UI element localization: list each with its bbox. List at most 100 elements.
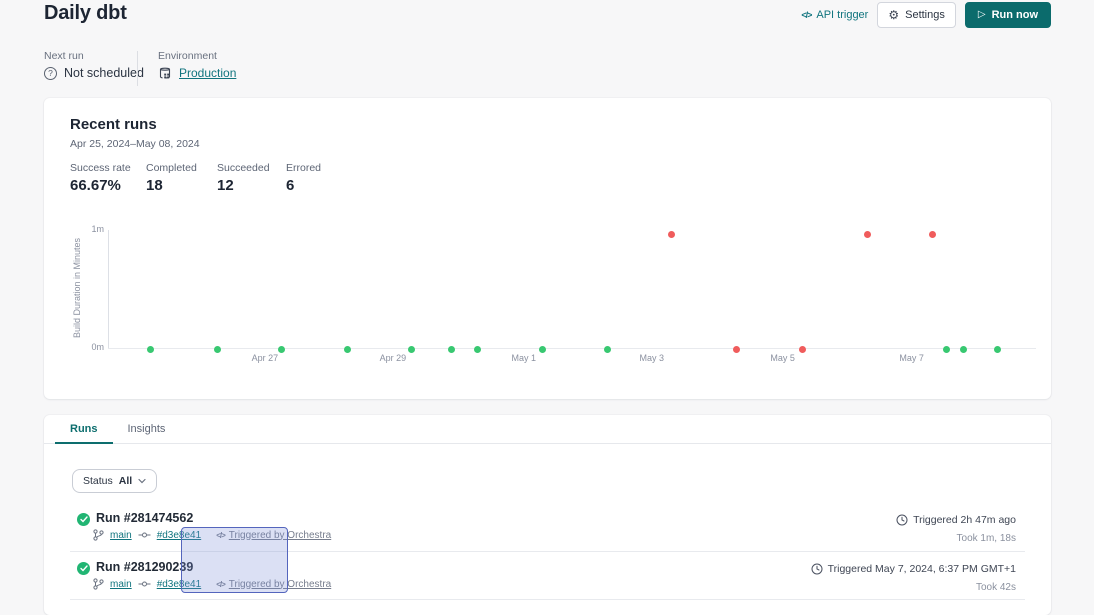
run-now-label: Run now <box>992 9 1038 21</box>
chart-xtick: Apr 27 <box>252 353 279 363</box>
database-icon <box>158 66 172 80</box>
run-took: Took 1m, 18s <box>957 533 1016 544</box>
run-triggered-time: Triggered 2h 47m ago <box>896 514 1016 526</box>
run-dot-success[interactable] <box>147 346 154 353</box>
code-icon: </> <box>216 531 225 540</box>
triggered-text: Triggered 2h 47m ago <box>913 514 1016 526</box>
status-filter-value: All <box>119 475 132 487</box>
settings-label: Settings <box>905 9 945 21</box>
run-dot-success[interactable] <box>474 346 481 353</box>
row-divider <box>70 599 1025 600</box>
next-run-value: ? Not scheduled <box>44 66 144 80</box>
clock-icon <box>811 563 823 575</box>
stat-label: Completed <box>146 162 197 174</box>
stat-label: Errored <box>286 162 321 174</box>
trigger-source: </> Triggered by Orchestra <box>216 530 331 541</box>
stat-label: Success rate <box>70 162 131 174</box>
stat-label: Succeeded <box>217 162 270 174</box>
commit-link[interactable]: #d3e8e41 <box>157 530 202 541</box>
chart-plot: Apr 27Apr 29May 1May 3May 5May 7 <box>108 230 1036 349</box>
meta-divider <box>137 51 138 86</box>
run-dot-error[interactable] <box>668 231 675 238</box>
triggered-by-link[interactable]: Triggered by Orchestra <box>229 579 331 590</box>
run-dot-error[interactable] <box>929 231 936 238</box>
runs-card: Runs Insights Status All Run #281474562 <box>44 415 1051 615</box>
run-dot-error[interactable] <box>864 231 871 238</box>
chart-xtick: May 1 <box>511 353 536 363</box>
chart-xtick: May 3 <box>640 353 665 363</box>
tab-runs[interactable]: Runs <box>55 415 113 443</box>
git-commit-icon <box>138 580 151 588</box>
chart-xtick: May 5 <box>770 353 795 363</box>
run-dot-success[interactable] <box>960 346 967 353</box>
run-title[interactable]: Run #281474562 <box>96 511 193 525</box>
status-filter-label: Status <box>83 475 113 487</box>
git-branch-icon <box>93 578 104 590</box>
run-dot-error[interactable] <box>733 346 740 353</box>
settings-button[interactable]: ⚙ Settings <box>877 2 956 28</box>
run-dot-success[interactable] <box>604 346 611 353</box>
branch-link[interactable]: main <box>110 530 132 541</box>
stat-value: 12 <box>217 177 270 194</box>
clock-icon <box>896 514 908 526</box>
gear-icon: ⚙ <box>888 9 899 21</box>
play-icon: ▷ <box>978 10 986 20</box>
stat-value: 6 <box>286 177 321 194</box>
api-trigger-label: API trigger <box>816 9 868 21</box>
run-dot-success[interactable] <box>214 346 221 353</box>
recent-runs-card: Recent runs Apr 25, 2024–May 08, 2024 Su… <box>44 98 1051 399</box>
recent-runs-date-range: Apr 25, 2024–May 08, 2024 <box>70 138 200 150</box>
run-took: Took 42s <box>976 582 1016 593</box>
stat-errored: Errored 6 <box>286 162 321 194</box>
run-triggered-time: Triggered May 7, 2024, 6:37 PM GMT+1 <box>811 563 1016 575</box>
chart-ytick-1m: 1m <box>80 224 104 234</box>
run-dot-success[interactable] <box>539 346 546 353</box>
run-now-button[interactable]: ▷ Run now <box>965 2 1051 28</box>
status-filter-dropdown[interactable]: Status All <box>72 469 157 493</box>
recent-runs-title: Recent runs <box>70 116 157 133</box>
chart-xtick: Apr 29 <box>380 353 407 363</box>
environment-label: Environment <box>158 50 217 62</box>
chart-y-axis-title: Build Duration in Minutes <box>72 233 82 343</box>
api-trigger-link[interactable]: </> API trigger <box>801 9 868 21</box>
stat-succeeded: Succeeded 12 <box>217 162 270 194</box>
triggered-by-link[interactable]: Triggered by Orchestra <box>229 530 331 541</box>
run-dot-success[interactable] <box>344 346 351 353</box>
environment-link[interactable]: Production <box>179 66 236 80</box>
tab-insights[interactable]: Insights <box>113 415 181 443</box>
run-dot-success[interactable] <box>943 346 950 353</box>
git-commit-icon <box>138 531 151 539</box>
git-branch-icon <box>93 529 104 541</box>
stat-success-rate: Success rate 66.67% <box>70 162 131 194</box>
run-dot-success[interactable] <box>278 346 285 353</box>
run-success-icon <box>77 513 90 526</box>
code-icon: </> <box>801 10 811 20</box>
row-divider <box>70 551 1025 552</box>
run-dot-success[interactable] <box>448 346 455 353</box>
next-run-text: Not scheduled <box>64 66 144 80</box>
run-dot-error[interactable] <box>799 346 806 353</box>
help-icon: ? <box>44 67 57 80</box>
run-dot-success[interactable] <box>408 346 415 353</box>
environment-value: Production <box>158 66 236 80</box>
page-title: Daily dbt <box>44 2 127 25</box>
trigger-source: </> Triggered by Orchestra <box>216 579 331 590</box>
run-success-icon <box>77 562 90 575</box>
commit-link[interactable]: #d3e8e41 <box>157 579 202 590</box>
check-icon <box>80 516 88 523</box>
stat-completed: Completed 18 <box>146 162 197 194</box>
chart-xtick: May 7 <box>899 353 924 363</box>
run-subrow: main #d3e8e41 </> Triggered by Orchestra <box>93 529 331 541</box>
stat-value: 18 <box>146 177 197 194</box>
run-dot-success[interactable] <box>994 346 1001 353</box>
code-icon: </> <box>216 580 225 589</box>
chart-ytick-0m: 0m <box>80 342 104 352</box>
branch-link[interactable]: main <box>110 579 132 590</box>
header-actions: </> API trigger ⚙ Settings ▷ Run now <box>801 1 1051 28</box>
stat-value: 66.67% <box>70 177 131 194</box>
triggered-text: Triggered May 7, 2024, 6:37 PM GMT+1 <box>828 563 1016 575</box>
tab-bar: Runs Insights <box>44 415 1051 444</box>
check-icon <box>80 565 88 572</box>
run-title[interactable]: Run #281290239 <box>96 560 193 574</box>
job-page: Daily dbt </> API trigger ⚙ Settings ▷ R… <box>0 0 1094 601</box>
